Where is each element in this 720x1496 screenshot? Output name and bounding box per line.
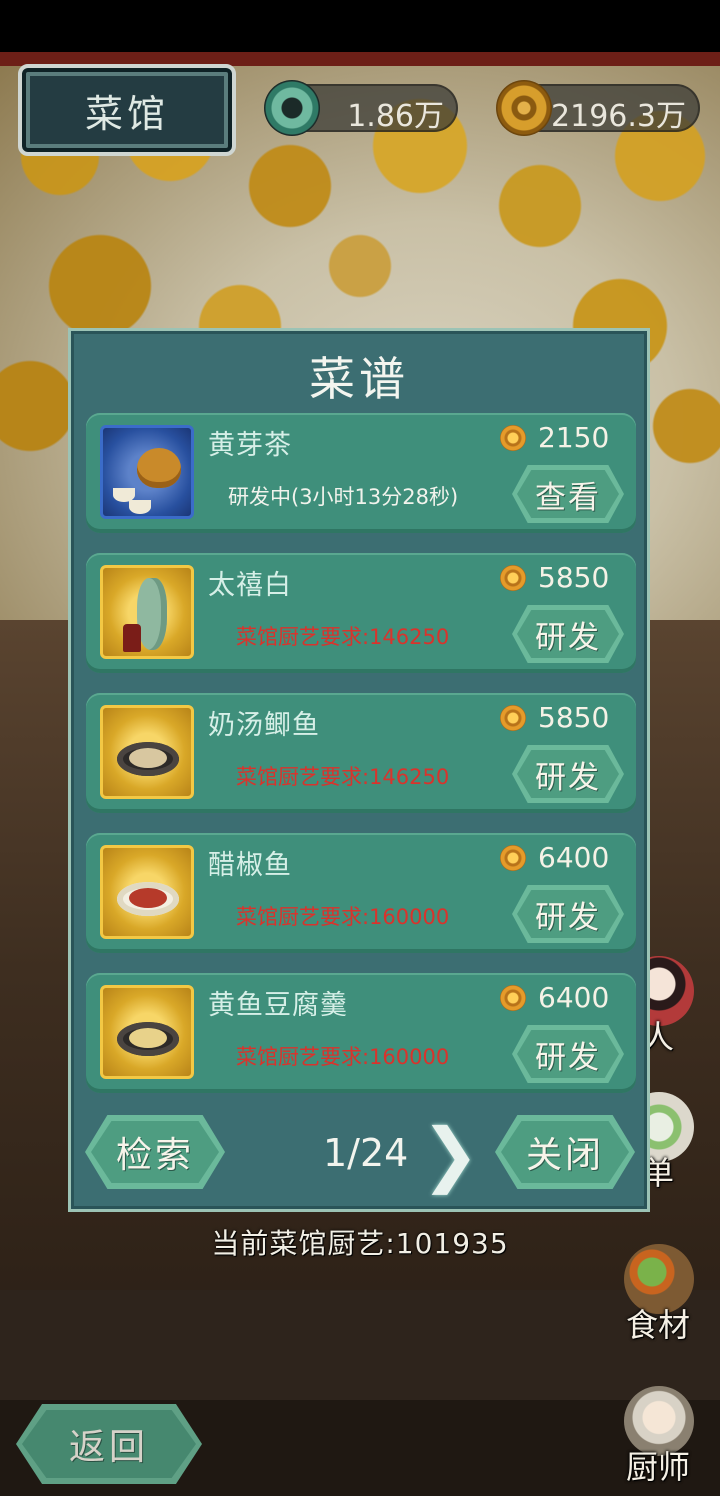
- teapot-icon: [137, 448, 181, 488]
- close-button[interactable]: 关闭: [495, 1115, 635, 1189]
- next-page-chevron-icon[interactable]: ❯: [421, 1115, 480, 1193]
- current-craft-level: 当前菜馆厨艺:101935: [211, 1227, 509, 1260]
- recipe-price: 6400: [538, 981, 610, 1014]
- research-button[interactable]: 研发: [512, 885, 624, 943]
- recipe-card[interactable]: 太禧白 5850 菜馆厨艺要求:146250 研发: [86, 553, 636, 673]
- dish-food: [129, 748, 167, 768]
- coin-currency-display: 2196.3万: [496, 80, 700, 136]
- recipe-name: 醋椒鱼: [208, 850, 292, 881]
- dish-food: [129, 888, 167, 908]
- research-button-label: 研发: [535, 759, 601, 796]
- research-button[interactable]: 研发: [512, 745, 624, 803]
- coin-icon: [500, 705, 526, 731]
- tea-cup-icon: [129, 500, 151, 514]
- search-button[interactable]: 检索: [85, 1115, 225, 1189]
- research-button-label: 研发: [535, 1039, 601, 1076]
- recipe-price: 6400: [538, 841, 610, 874]
- craft-requirement: 菜馆厨艺要求:146250: [236, 765, 450, 789]
- jade-amount: 1.86万: [347, 99, 444, 134]
- research-button[interactable]: 研发: [512, 605, 624, 663]
- recipe-name: 奶汤鲫鱼: [208, 710, 320, 741]
- coin-icon: [500, 985, 526, 1011]
- jade-currency-display: 1.86万: [264, 80, 458, 136]
- tea-thumbnail: [100, 425, 194, 519]
- side-button-chef-label: 厨师: [625, 1448, 690, 1486]
- recipe-price: 5850: [538, 561, 610, 594]
- research-status: 研发中(3小时13分28秒): [228, 485, 459, 509]
- view-button-label: 查看: [535, 479, 601, 516]
- fish-soup-thumbnail: [100, 705, 194, 799]
- restaurant-title: 菜馆: [84, 91, 169, 136]
- research-button-label: 研发: [535, 899, 601, 936]
- back-button-label: 返回: [68, 1427, 149, 1468]
- recipe-price: 2150: [538, 421, 610, 454]
- side-button-ingredients-label: 食材: [625, 1306, 690, 1344]
- view-button[interactable]: 查看: [512, 465, 624, 523]
- recipe-name: 太禧白: [208, 570, 292, 601]
- back-button[interactable]: 返回: [16, 1404, 202, 1484]
- craft-requirement: 菜馆厨艺要求:146250: [236, 625, 450, 649]
- recipe-name: 黄鱼豆腐羹: [208, 990, 348, 1021]
- page-indicator: 1/24: [323, 1131, 409, 1175]
- research-button[interactable]: 研发: [512, 1025, 624, 1083]
- recipe-price: 5850: [538, 701, 610, 734]
- status-bar-area: [0, 0, 720, 52]
- wine-thumbnail: [100, 565, 194, 659]
- coin-icon: [500, 565, 526, 591]
- coin-icon: [500, 425, 526, 451]
- recipe-card[interactable]: 黄鱼豆腐羹 6400 菜馆厨艺要求:160000 研发: [86, 973, 636, 1093]
- recipe-dialog: 菜谱 黄芽茶 2150 研发中(3小时13分28秒) 查看 太禧白 5850 菜…: [68, 328, 650, 1212]
- search-button-label: 检索: [115, 1135, 194, 1176]
- recipe-card[interactable]: 奶汤鲫鱼 5850 菜馆厨艺要求:146250 研发: [86, 693, 636, 813]
- craft-requirement: 菜馆厨艺要求:160000: [236, 1045, 450, 1069]
- vinegar-fish-dish-icon: [117, 882, 179, 916]
- recipe-name: 黄芽茶: [208, 430, 292, 461]
- recipe-card[interactable]: 黄芽茶 2150 研发中(3小时13分28秒) 查看: [86, 413, 636, 533]
- craft-requirement: 菜馆厨艺要求:160000: [236, 905, 450, 929]
- wine-vase-icon: [137, 578, 167, 650]
- copper-coin-icon: [496, 80, 552, 136]
- coin-icon: [500, 845, 526, 871]
- close-button-label: 关闭: [525, 1135, 604, 1176]
- restaurant-title-plate: 菜馆: [18, 64, 236, 156]
- research-button-label: 研发: [535, 619, 601, 656]
- jade-disc-icon: [264, 80, 320, 136]
- side-button-chef[interactable]: 厨师: [610, 1386, 706, 1486]
- goblet-icon: [123, 624, 141, 652]
- tofu-soup-thumbnail: [100, 985, 194, 1079]
- vinegar-fish-thumbnail: [100, 845, 194, 939]
- coin-amount: 2196.3万: [551, 99, 686, 134]
- recipe-card[interactable]: 醋椒鱼 6400 菜馆厨艺要求:160000 研发: [86, 833, 636, 953]
- fish-soup-dish-icon: [117, 742, 179, 776]
- dialog-title: 菜谱: [309, 352, 409, 406]
- dish-food: [129, 1028, 167, 1048]
- tofu-soup-dish-icon: [117, 1022, 179, 1056]
